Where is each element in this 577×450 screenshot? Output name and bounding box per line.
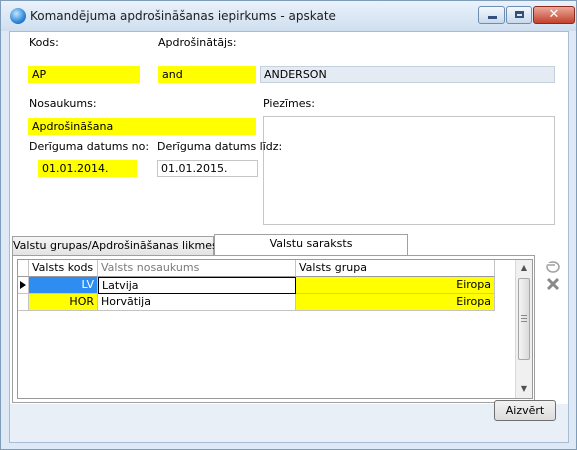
derigs-lidz-field[interactable]: 01.01.2015. [157,160,258,177]
delete-row-icon[interactable] [545,276,561,292]
kods-label: Kods: [29,36,59,49]
dialog-window: Komandējuma apdrošināšanas iepirkums - a… [0,0,577,450]
column-header-valsts-grupa[interactable]: Valsts grupa [296,260,495,277]
dialog-content: Kods: AP Apdrošinātājs: and ANDERSON Nos… [9,31,569,443]
scroll-up-arrow-icon[interactable]: ▲ [516,263,532,272]
apdrosinatajs-code-field[interactable]: and [158,66,256,83]
add-row-icon[interactable] [545,258,561,274]
derigs-lidz-label: Derīguma datums līdz: [157,140,283,153]
maximize-button[interactable] [506,6,532,24]
apdrosinatajs-name-field: ANDERSON [260,66,555,83]
cell-valsts-grupa[interactable]: Eiropa [296,277,495,294]
title-bar[interactable]: Komandējuma apdrošināšanas iepirkums - a… [1,1,576,31]
close-icon: ✕ [548,7,560,22]
cell-valsts-grupa[interactable]: Eiropa [296,294,495,311]
cell-valsts-kods[interactable]: HOR [29,294,98,311]
minimize-button[interactable] [478,6,505,24]
cell-valsts-nosaukums[interactable]: Latvija [98,277,296,294]
nosaukums-label: Nosaukums: [29,97,97,110]
tab-valstu-grupas[interactable]: Valstu grupas/Apdrošināšanas likmes [12,236,218,255]
piezimes-label: Piezīmes: [263,97,315,110]
grid-vertical-scrollbar[interactable]: ▲ ▼ [515,260,532,398]
apdrosinatajs-label: Apdrošinātājs: [158,36,237,49]
scroll-thumb[interactable] [518,278,530,360]
kods-field[interactable]: AP [28,66,140,83]
app-icon [10,8,26,24]
grid-header-corner [18,260,29,277]
row-selector[interactable] [18,277,29,294]
cell-valsts-kods[interactable]: LV [29,277,98,294]
countries-grid: Valsts kods Valsts nosaukums Valsts grup… [17,259,533,399]
nosaukums-field[interactable]: Apdrošināšana [28,118,256,135]
maximize-icon [515,11,524,18]
button-bar [10,404,568,442]
column-header-valsts-nosaukums[interactable]: Valsts nosaukums [98,260,296,277]
scroll-down-arrow-icon[interactable]: ▼ [516,384,532,393]
derigs-no-field[interactable]: 01.01.2014. [38,160,137,177]
piezimes-textarea[interactable] [263,116,555,225]
window-title: Komandējuma apdrošināšanas iepirkums - a… [30,9,336,23]
cell-valsts-nosaukums[interactable]: Horvātija [98,294,296,311]
close-window-button[interactable]: ✕ [533,6,575,24]
row-selector[interactable] [18,294,29,311]
tab-panel: Valsts kods Valsts nosaukums Valsts grup… [12,255,535,403]
current-row-arrow-icon [20,281,26,289]
close-button[interactable]: Aizvērt [494,400,556,421]
derigs-no-label: Derīguma datums no: [29,140,150,153]
minimize-icon [488,16,497,19]
tab-valstu-saraksts[interactable]: Valstu saraksts [214,234,408,255]
column-header-valsts-kods[interactable]: Valsts kods [29,260,98,277]
